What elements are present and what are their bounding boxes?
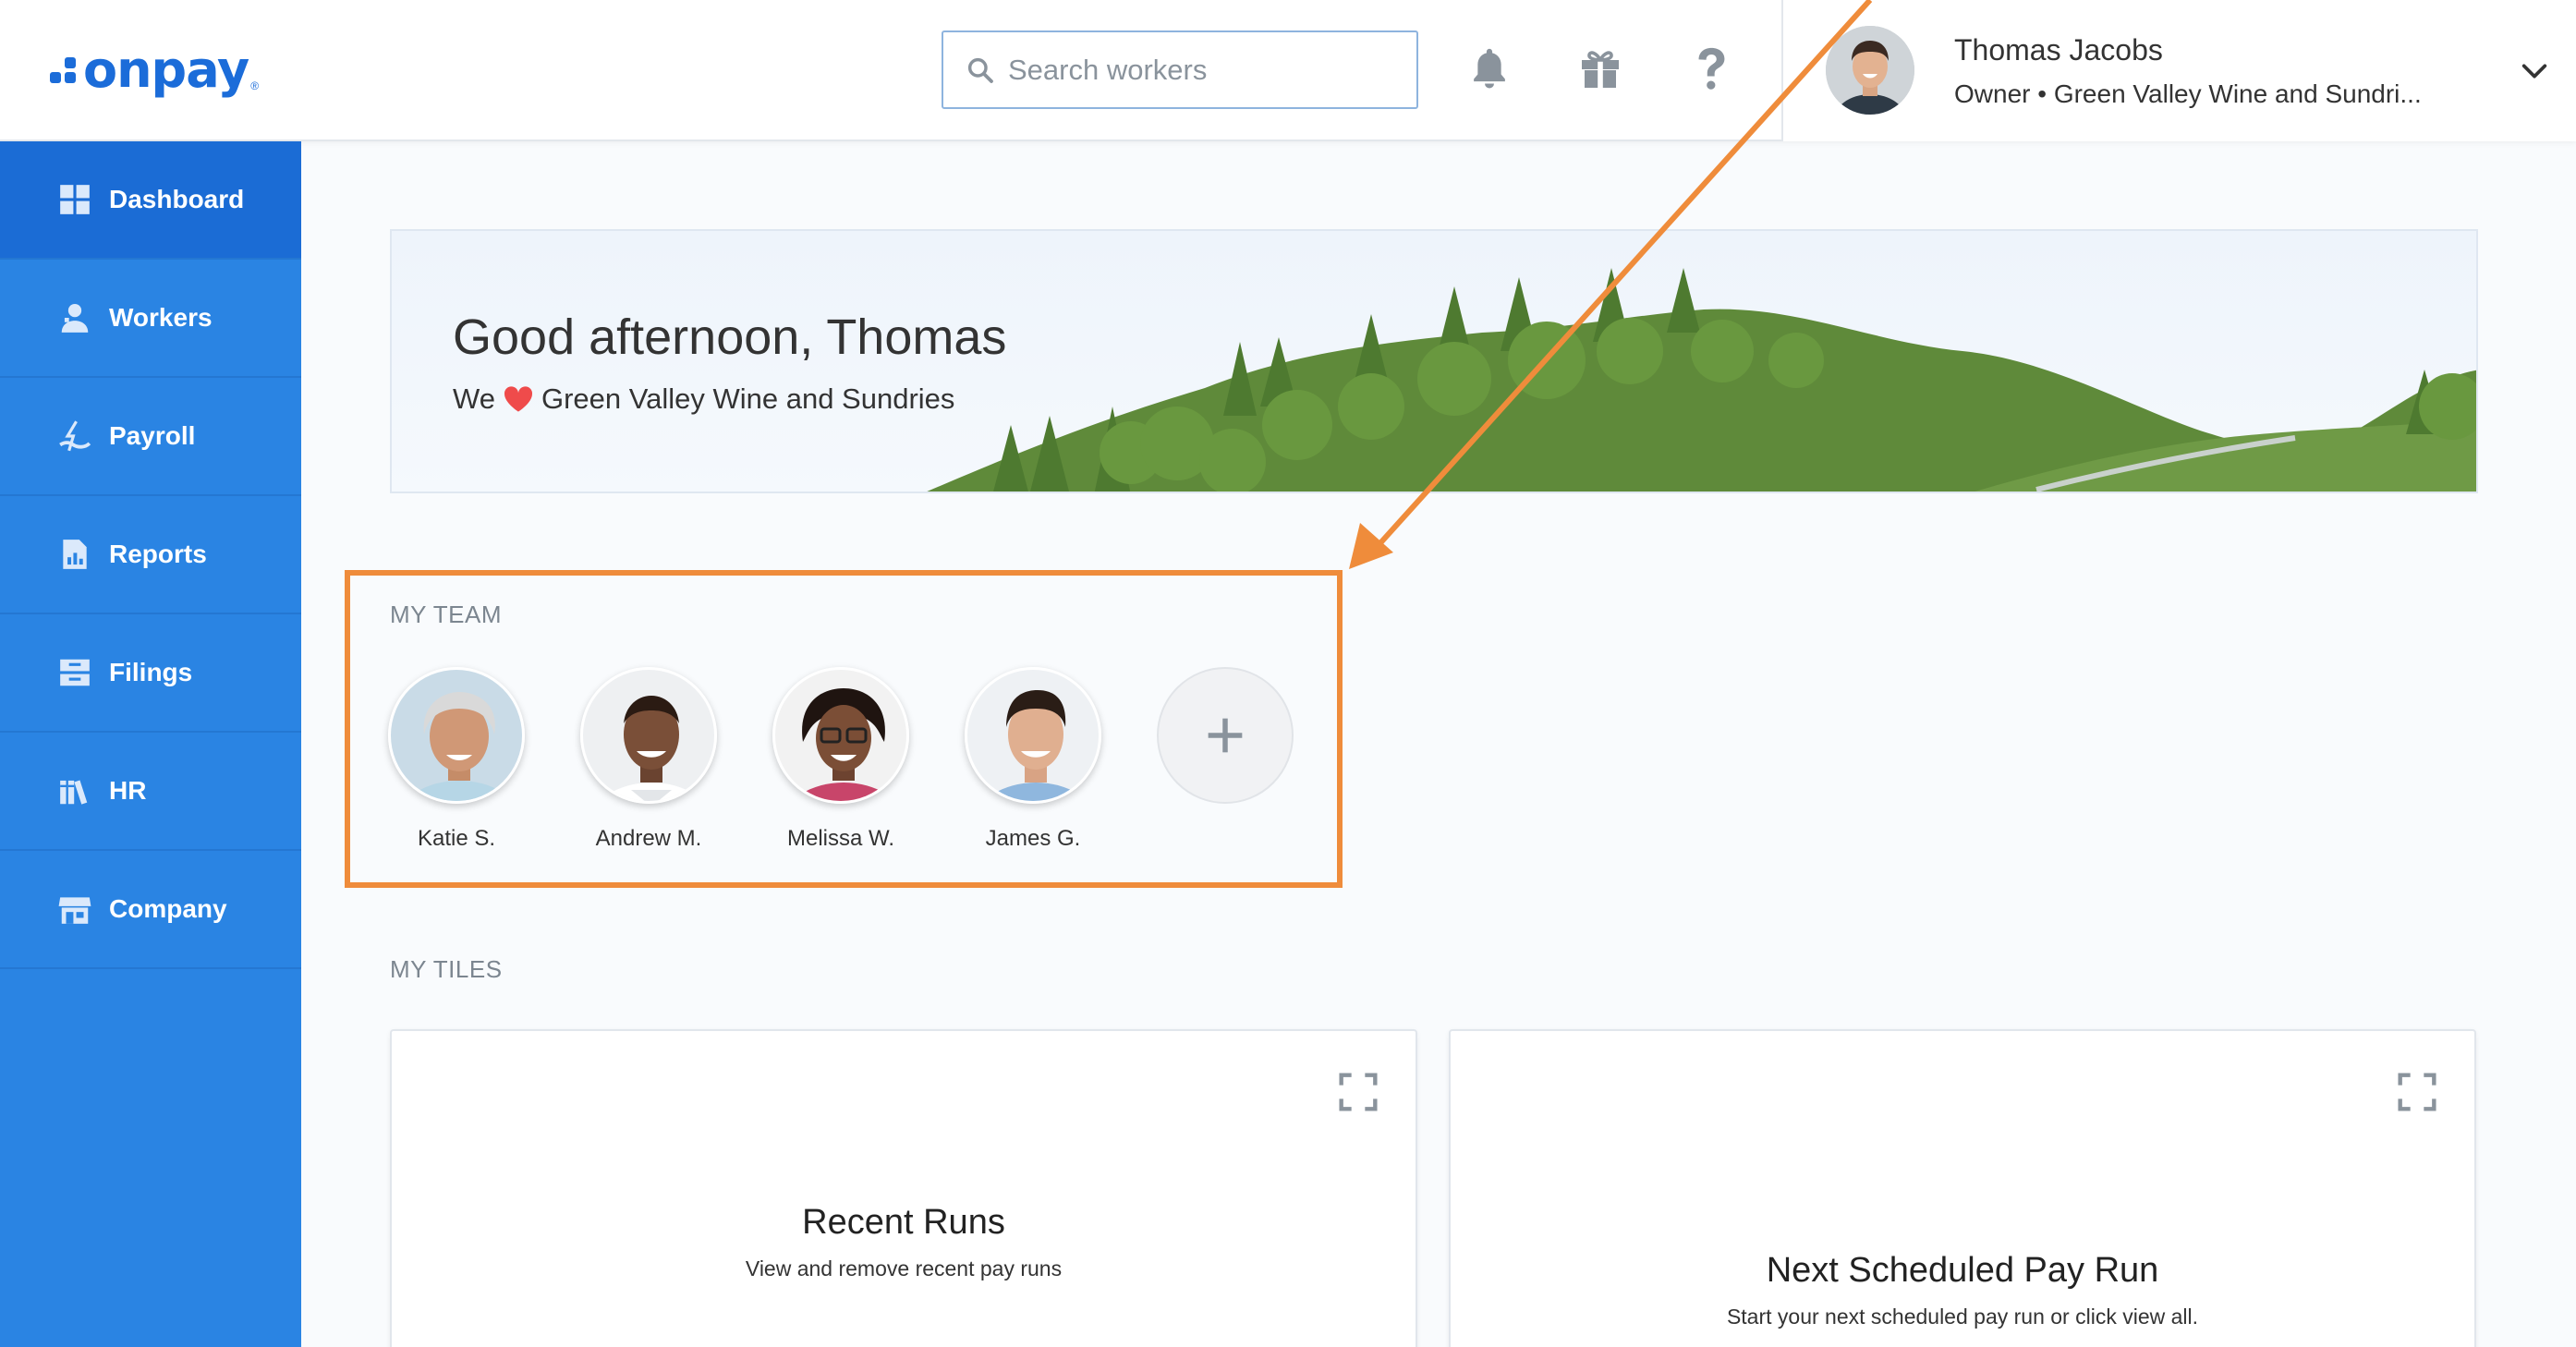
expand-icon[interactable] <box>1338 1072 1379 1112</box>
sidebar-item-label: Company <box>109 894 227 923</box>
sidebar-item-label: Filings <box>109 658 193 686</box>
sidebar-item-dashboard[interactable]: Dashboard <box>0 141 301 260</box>
onpay-logo[interactable]: onpay ® <box>50 41 259 100</box>
company-icon <box>58 897 91 924</box>
tile-recent-runs[interactable]: Recent Runs View and remove recent pay r… <box>390 1029 1417 1347</box>
highlight-box <box>345 570 1343 888</box>
logo-text: onpay <box>83 41 249 99</box>
chevron-down-icon[interactable] <box>2519 55 2550 87</box>
sidebar-item-company[interactable]: Company <box>0 851 301 969</box>
top-header: onpay ® Thomas Jacobs Owner • Green Vall… <box>0 0 2576 141</box>
greeting-company: Green Valley Wine and Sundries <box>541 382 955 415</box>
hr-icon <box>60 780 88 805</box>
notifications-button[interactable] <box>1462 41 1517 96</box>
help-icon <box>1698 47 1725 90</box>
sidebar-item-label: Reports <box>109 540 207 568</box>
sidebar-item-reports[interactable]: Reports <box>0 496 301 614</box>
rewards-button[interactable] <box>1573 41 1628 96</box>
greeting-prefix: We <box>453 382 495 415</box>
help-button[interactable] <box>1683 41 1739 96</box>
sidebar-item-payroll[interactable]: Payroll <box>0 378 301 496</box>
expand-icon[interactable] <box>2397 1072 2437 1112</box>
logo-registered-mark: ® <box>250 79 260 92</box>
user-avatar <box>1826 26 1914 115</box>
user-role-company: Owner • Green Valley Wine and Sundri... <box>1954 79 2422 108</box>
user-menu[interactable]: Thomas Jacobs Owner • Green Valley Wine … <box>1781 0 2576 141</box>
sidebar-item-label: HR <box>109 776 147 805</box>
greeting-subtitle: We Green Valley Wine and Sundries <box>453 382 954 416</box>
sidebar-item-label: Payroll <box>109 421 196 450</box>
workers-icon <box>61 303 89 333</box>
tile-title: Recent Runs <box>802 1203 1005 1242</box>
search-box[interactable] <box>942 30 1418 109</box>
gift-icon <box>1582 51 1619 88</box>
sidebar-item-filings[interactable]: Filings <box>0 614 301 733</box>
welcome-banner: Good afternoon, Thomas We Green Valley W… <box>390 229 2478 493</box>
bell-icon <box>1474 48 1505 89</box>
sidebar-item-label: Dashboard <box>109 185 245 213</box>
user-name: Thomas Jacobs <box>1954 33 2163 67</box>
heart-icon <box>504 386 532 412</box>
filings-icon <box>60 659 90 686</box>
search-input[interactable] <box>1008 53 1396 87</box>
tile-next-scheduled-pay-run[interactable]: Next Scheduled Pay Run Start your next s… <box>1449 1029 2476 1347</box>
greeting-title: Good afternoon, Thomas <box>453 309 1007 365</box>
sidebar-item-hr[interactable]: HR <box>0 733 301 851</box>
tile-subtitle: Start your next scheduled pay run or cli… <box>1726 1305 2199 1329</box>
search-icon <box>967 57 993 83</box>
dashboard-icon <box>60 185 90 214</box>
tile-subtitle: View and remove recent pay runs <box>745 1256 1063 1280</box>
my-tiles-label: MY TILES <box>390 955 503 983</box>
payroll-icon <box>59 420 91 452</box>
sidebar-nav: Dashboard Workers Payroll Reports Filing… <box>0 141 301 1347</box>
tile-title: Next Scheduled Pay Run <box>1766 1251 2159 1290</box>
sidebar-item-label: Workers <box>109 303 213 332</box>
reports-icon <box>63 540 87 569</box>
sidebar-item-workers[interactable]: Workers <box>0 260 301 378</box>
logo-mark-icon <box>50 52 78 89</box>
